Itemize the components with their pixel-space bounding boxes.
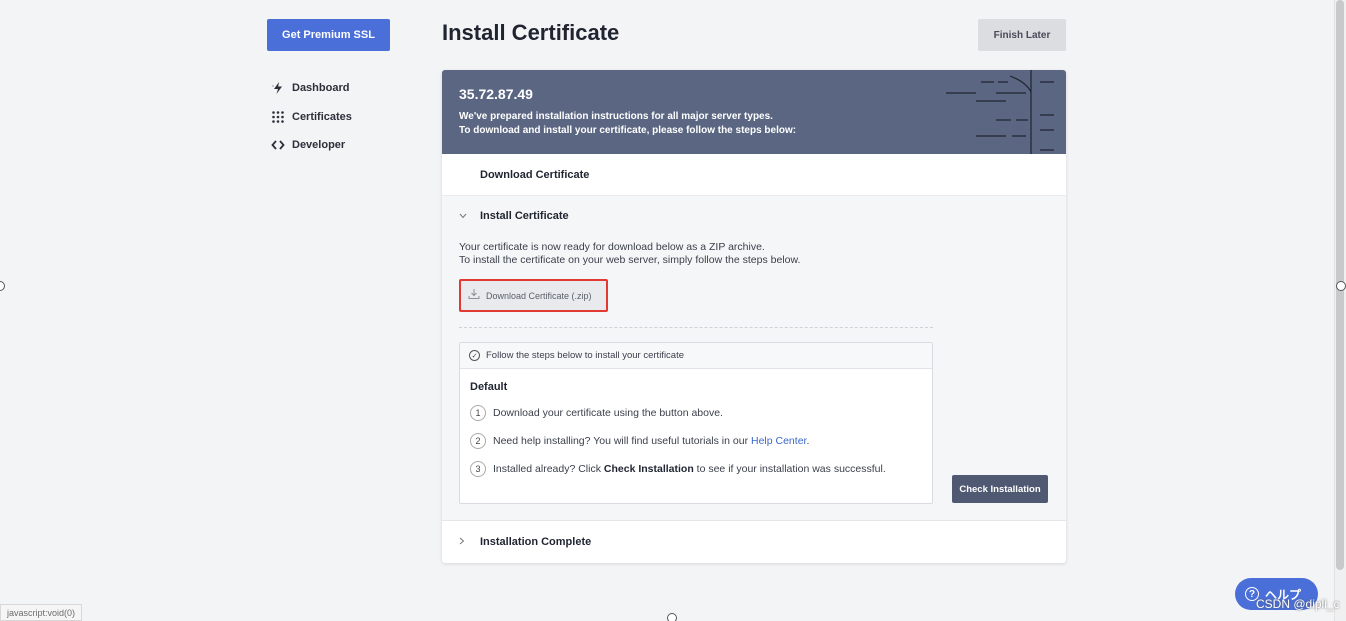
list-item: 1 Download your certificate using the bu… [460, 399, 932, 427]
section-divider [459, 327, 933, 328]
chevron-right-icon [459, 537, 480, 548]
download-icon [468, 288, 480, 303]
help-center-link[interactable]: Help Center [751, 435, 806, 447]
install-panel: 35.72.87.49 We've prepared installation … [442, 70, 1066, 563]
sidebar-item-label: Certificates [292, 110, 352, 123]
install-text-line-1: Your certificate is now ready for downlo… [459, 241, 765, 253]
step-text-prefix: Need help installing? You will find usef… [493, 435, 751, 447]
list-item: 3 Installed already? Click Check Install… [460, 455, 932, 483]
instructions-banner: 35.72.87.49 We've prepared installation … [442, 70, 1066, 154]
status-bar-url: javascript:void(0) [0, 604, 83, 621]
check-circle-icon: ✓ [469, 350, 480, 361]
step-text: Download your certificate using the butt… [493, 407, 723, 419]
step-text-suffix: . [806, 435, 810, 447]
install-steps-box: ✓ Follow the steps below to install your… [459, 342, 933, 504]
grid-icon [270, 109, 286, 125]
step-text: Need help installing? You will find usef… [493, 435, 809, 447]
banner-decoration-icon [946, 70, 1054, 154]
step-label: Install Certificate [480, 210, 569, 222]
sidebar-item-label: Dashboard [292, 82, 350, 95]
steps-box-title: Follow the steps below to install your c… [486, 350, 685, 361]
step-download-certificate[interactable]: Download Certificate [442, 154, 1066, 196]
step-text-prefix: Installed already? Click [493, 463, 604, 475]
step-number-badge: 3 [470, 461, 486, 477]
sidebar-item-label: Developer [292, 139, 346, 152]
step-number-badge: 2 [470, 433, 486, 449]
step-install-certificate: Install Certificate Your certificate is … [442, 196, 1066, 521]
sidebar-item-dashboard[interactable]: Dashboard [270, 74, 352, 103]
install-description: Your certificate is now ready for downlo… [459, 241, 800, 267]
check-installation-emphasis: Check Installation [603, 463, 694, 475]
lightning-icon [270, 80, 286, 96]
watermark: CSDN @dipli_c [1256, 597, 1340, 611]
code-icon [270, 137, 286, 153]
page-scrollbar[interactable] [1334, 0, 1346, 621]
steps-box-header: ✓ Follow the steps below to install your… [460, 343, 932, 369]
step-text: Installed already? Click Check Installat… [493, 463, 886, 475]
install-text-line-2: To install the certificate on your web s… [459, 254, 801, 266]
resize-handle-right [1336, 281, 1346, 291]
resize-handle-bottom [667, 613, 677, 621]
sidebar-item-developer[interactable]: Developer [270, 131, 352, 160]
step-label: Download Certificate [480, 168, 590, 181]
step-installation-complete[interactable]: Installation Complete [442, 521, 1066, 563]
list-item: 2 Need help installing? You will find us… [460, 427, 932, 455]
install-certificate-header[interactable]: Install Certificate [459, 210, 569, 222]
page-title: Install Certificate [442, 20, 620, 45]
server-type-label: Default [470, 381, 508, 393]
download-zip-label: Download Certificate (.zip) [486, 290, 592, 301]
sidebar-nav: Dashboard Certificates Developer [270, 74, 352, 160]
get-premium-ssl-button[interactable]: Get Premium SSL [267, 19, 390, 51]
sidebar-item-certificates[interactable]: Certificates [270, 103, 352, 132]
download-certificate-zip-button[interactable]: Download Certificate (.zip) [459, 279, 608, 312]
step-text-suffix: to see if your installation was successf… [693, 463, 886, 475]
chevron-down-icon [459, 211, 480, 222]
step-number-badge: 1 [470, 405, 486, 421]
check-installation-button[interactable]: Check Installation [952, 475, 1048, 503]
resize-handle-left [0, 281, 5, 291]
step-label: Installation Complete [480, 536, 592, 548]
finish-later-button[interactable]: Finish Later [978, 19, 1066, 51]
